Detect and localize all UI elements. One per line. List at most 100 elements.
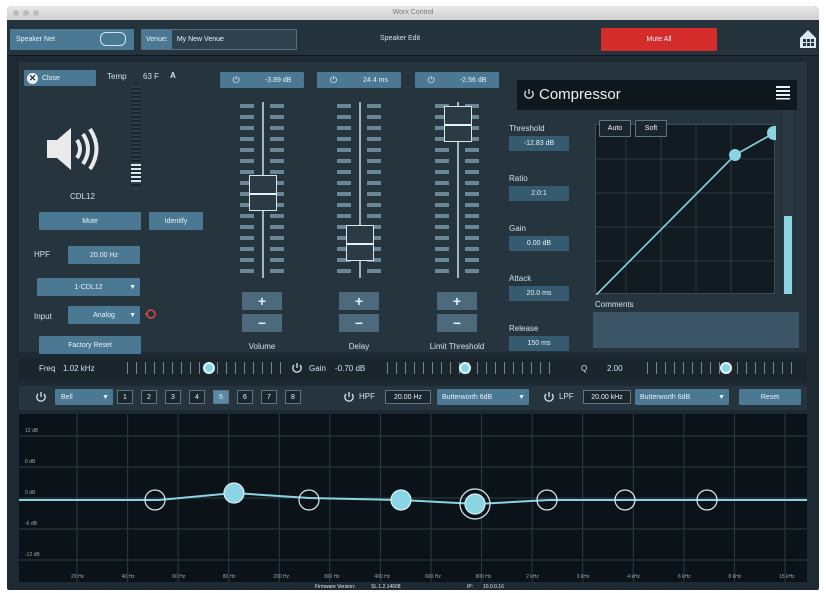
fader-handle[interactable] bbox=[249, 174, 277, 211]
eq-x-tick-label: 600 Hz bbox=[425, 574, 441, 580]
compressor-graph[interactable] bbox=[595, 124, 776, 296]
lpf-type-dropdown[interactable]: Butterworth 6dB ▼ bbox=[635, 389, 729, 405]
home-icon[interactable] bbox=[799, 29, 817, 49]
fader-value-3[interactable]: ⏻ -2.56 dB bbox=[415, 72, 499, 88]
eq-band-node[interactable] bbox=[390, 489, 412, 511]
fader-scale-tick bbox=[435, 159, 449, 163]
fader-scale-tick bbox=[270, 115, 284, 119]
band-button-6[interactable]: 6 bbox=[237, 390, 253, 404]
eq-band-node[interactable] bbox=[223, 482, 245, 504]
band-button-5[interactable]: 5 bbox=[213, 390, 229, 404]
eq-x-tick-label: 3 kHz bbox=[577, 574, 590, 580]
comments-field[interactable] bbox=[593, 312, 799, 348]
fader-name-label: Delay bbox=[348, 342, 370, 351]
fader-scale-tick bbox=[270, 247, 284, 251]
eq-x-tick-label: 40 Hz bbox=[122, 574, 136, 580]
eq-graph[interactable]: 12 dB 6 dB 0 dB -6 dB -12 dB 20 Hz 40 Hz 60 Hz 8… bbox=[19, 414, 807, 582]
threshold-value[interactable]: -12.83 dB bbox=[509, 136, 569, 151]
hpf-type-dropdown[interactable]: Butterworth 6dB ▼ bbox=[437, 389, 529, 405]
filter-type-dropdown[interactable]: Bell ▼ bbox=[55, 389, 113, 405]
decrement-button[interactable]: − bbox=[339, 314, 379, 332]
eq-band-node[interactable] bbox=[298, 489, 320, 511]
eq-band-node[interactable] bbox=[464, 493, 486, 515]
fader-scale-tick bbox=[240, 269, 254, 273]
gain-slider-knob[interactable] bbox=[459, 362, 471, 374]
fader-scale-tick bbox=[337, 159, 351, 163]
temp-value: 63 F bbox=[143, 72, 160, 81]
increment-button[interactable]: + bbox=[339, 292, 379, 310]
eq-x-tick-label: 2 kHz bbox=[526, 574, 539, 580]
window-controls[interactable] bbox=[13, 10, 39, 16]
fader-name-label: Volume bbox=[248, 342, 276, 351]
hpf-label: HPF bbox=[34, 250, 50, 259]
mute-all-button[interactable]: Mute All bbox=[601, 28, 717, 51]
venue-field[interactable]: Venue: My New Venue bbox=[141, 29, 297, 50]
eq-y-tick-label: -12 dB bbox=[25, 552, 40, 558]
preset-dropdown[interactable]: 1-CDL12 ▼ bbox=[37, 278, 140, 296]
identify-button[interactable]: Identify bbox=[149, 212, 203, 230]
fader-scale-tick bbox=[240, 258, 254, 262]
ip-value: 10.0.0.16 bbox=[483, 584, 504, 590]
fader-scale-tick bbox=[435, 148, 449, 152]
fader-scale-tick bbox=[240, 214, 254, 218]
band-button-3[interactable]: 3 bbox=[165, 390, 181, 404]
hpf-value-field[interactable]: 20.00 Hz bbox=[68, 246, 140, 264]
release-value[interactable]: 150 ms bbox=[509, 336, 569, 351]
band-button-1[interactable]: 1 bbox=[117, 390, 133, 404]
fader-scale-tick bbox=[337, 170, 351, 174]
q-slider-knob[interactable] bbox=[720, 362, 732, 374]
fader-value-1[interactable]: ⏻ -3.89 dB bbox=[220, 72, 304, 88]
fader-name-label: Limit Threshold bbox=[429, 342, 485, 351]
q-value: 2.00 bbox=[607, 364, 623, 373]
speaker-icon bbox=[47, 127, 99, 171]
eq-power-icon[interactable] bbox=[35, 391, 47, 403]
fader-scale-tick bbox=[465, 170, 479, 174]
decrement-button[interactable]: − bbox=[437, 314, 477, 332]
input-dropdown[interactable]: Analog ▼ bbox=[68, 306, 140, 324]
band-button-2[interactable]: 2 bbox=[141, 390, 157, 404]
increment-button[interactable]: + bbox=[437, 292, 477, 310]
fader-scale-tick bbox=[367, 203, 381, 207]
eq-lpf-value[interactable]: 20.00 kHz bbox=[583, 390, 631, 404]
venue-value: My New Venue bbox=[176, 36, 224, 43]
freq-slider-knob[interactable] bbox=[203, 362, 215, 374]
reset-button[interactable]: Reset bbox=[739, 389, 801, 405]
fader-scale-tick bbox=[270, 104, 284, 108]
ratio-value[interactable]: 2.0:1 bbox=[509, 186, 569, 201]
fader-scale-tick bbox=[270, 269, 284, 273]
eq-hpf-value[interactable]: 20.00 Hz bbox=[385, 390, 431, 404]
chevron-down-icon: ▼ bbox=[102, 393, 109, 401]
factory-reset-button[interactable]: Factory Reset bbox=[39, 336, 141, 354]
eq-x-tick-label: 6 kHz bbox=[678, 574, 691, 580]
fader-scale-tick bbox=[270, 137, 284, 141]
attack-value[interactable]: 20.0 ms bbox=[509, 286, 569, 301]
compressor-ratio-knob[interactable] bbox=[767, 126, 776, 140]
menu-icon[interactable] bbox=[775, 84, 791, 100]
auto-button[interactable]: Auto bbox=[599, 120, 631, 137]
gain-value[interactable]: 0.00 dB bbox=[509, 236, 569, 251]
compressor-power-icon[interactable] bbox=[523, 88, 535, 100]
close-button[interactable]: ✕ Close bbox=[24, 70, 96, 86]
soft-button[interactable]: Soft bbox=[635, 120, 667, 137]
fader-scale-tick bbox=[367, 170, 381, 174]
filter-type-value: Bell bbox=[61, 393, 73, 401]
fader-scale-tick bbox=[367, 159, 381, 163]
fader-value-2[interactable]: ⏻ 24.4 ms bbox=[317, 72, 401, 88]
increment-button[interactable]: + bbox=[242, 292, 282, 310]
band-button-7[interactable]: 7 bbox=[261, 390, 277, 404]
speaker-net-button[interactable]: Speaker Net bbox=[10, 29, 134, 50]
mute-button[interactable]: Mute bbox=[39, 212, 141, 230]
decrement-button[interactable]: − bbox=[242, 314, 282, 332]
hpf-power-icon[interactable] bbox=[343, 391, 355, 403]
power-icon: ⏻ bbox=[232, 74, 240, 85]
hpf-type-value: Butterworth 6dB bbox=[442, 393, 493, 401]
band-button-4[interactable]: 4 bbox=[189, 390, 205, 404]
fader-scale-tick bbox=[435, 181, 449, 185]
band-button-8[interactable]: 8 bbox=[285, 390, 301, 404]
fader-scale-tick bbox=[337, 181, 351, 185]
lpf-power-icon[interactable] bbox=[543, 391, 555, 403]
fader-handle[interactable] bbox=[346, 225, 374, 262]
power-icon: ⏻ bbox=[329, 74, 338, 85]
fader-handle[interactable] bbox=[444, 106, 472, 143]
gain-power-icon[interactable] bbox=[291, 362, 303, 374]
